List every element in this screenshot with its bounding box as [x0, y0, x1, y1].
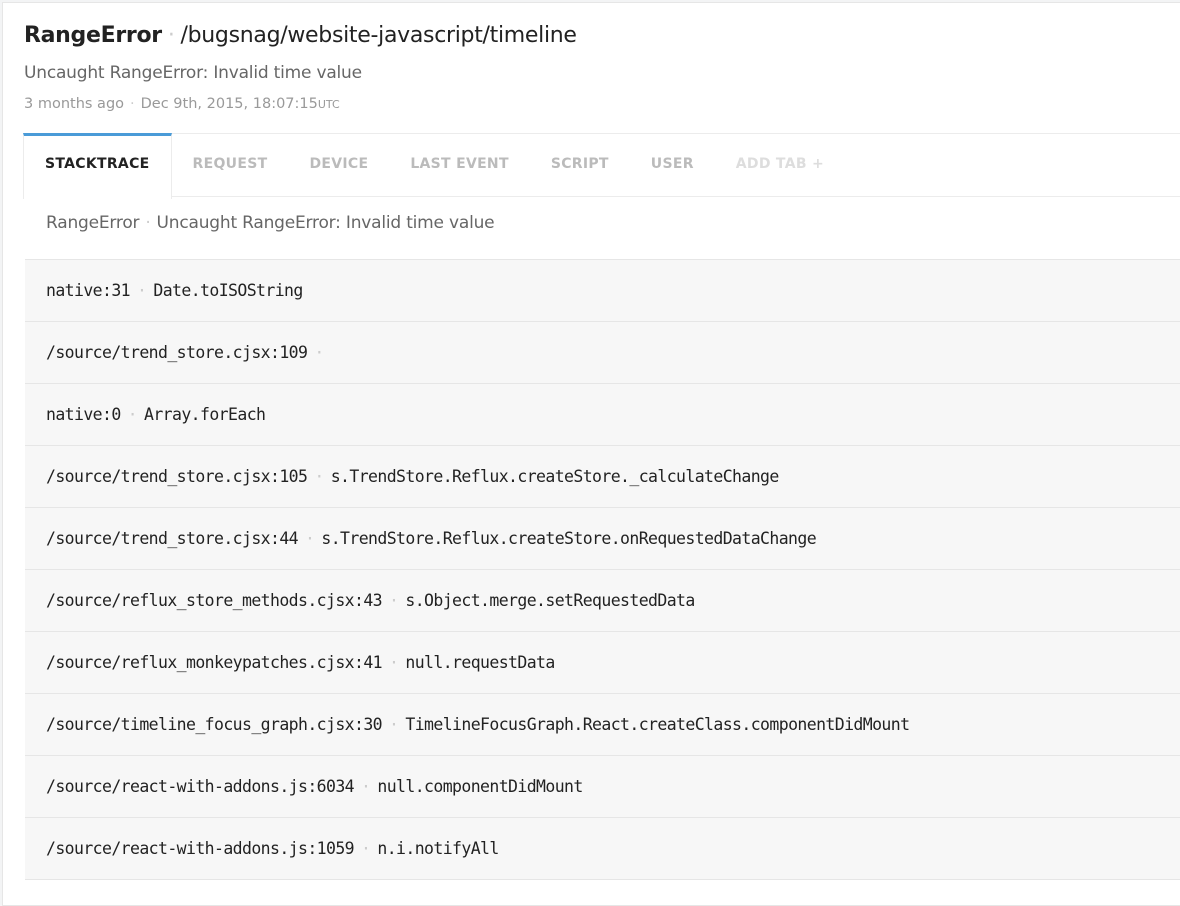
stack-frames: native:31 · Date.toISOString/source/trend_…: [25, 259, 1180, 880]
frame-file: /source/reflux_monkeypatches.cjsx:41: [46, 653, 383, 672]
frame-method: s.TrendStore.Reflux.createStore._calcula…: [330, 467, 780, 486]
timestamp: Dec 9th, 2015, 18:07:15: [140, 96, 318, 112]
frame-method: null.requestData: [405, 653, 555, 672]
frame-file: /source/reflux_store_methods.cjsx:43: [46, 591, 383, 610]
error-panel: RangeError ·/bugsnag/website-javascript/t…: [2, 2, 1180, 906]
error-message: Uncaught RangeError: Invalid time value: [24, 63, 362, 83]
frame-method: null.componentDidMount: [377, 777, 583, 796]
stack-frame-row[interactable]: /source/react-with-addons.js:6034 · null.c…: [25, 755, 1180, 817]
stack-frame-row[interactable]: /source/trend_store.cjsx:44 · s.TrendStore…: [25, 507, 1180, 569]
frame-file: /source/timeline_focus_graph.cjsx:30: [46, 715, 383, 734]
stacktrace-summary: RangeError · Uncaught RangeError: Invalid …: [46, 213, 495, 233]
stack-frame-row[interactable]: native:31 · Date.toISOString: [25, 259, 1180, 321]
frame-method: Array.forEach: [144, 405, 266, 424]
tab-device[interactable]: DEVICE: [288, 134, 389, 196]
error-meta: 3 months ago · Dec 9th, 2015, 18:07:15UTC: [24, 96, 340, 112]
tab-request[interactable]: REQUEST: [172, 134, 289, 196]
frame-method: n.i.notifyAll: [377, 839, 499, 858]
separator-dot: ·: [389, 715, 399, 734]
tab-last-event[interactable]: LAST EVENT: [389, 134, 530, 196]
tab-add-tab[interactable]: ADD TAB +: [715, 134, 845, 196]
stacktrace-error-class: RangeError: [46, 213, 140, 233]
tab-bar: STACKTRACE REQUEST DEVICE LAST EVENT SCRIPT U…: [23, 133, 1180, 199]
separator-dot: ·: [314, 343, 324, 362]
frame-method: s.TrendStore.Reflux.createStore.onReques…: [321, 529, 817, 548]
stack-frame-row[interactable]: native:0 · Array.forEach: [25, 383, 1180, 445]
separator-dot: ·: [305, 529, 315, 548]
separator-dot: ·: [314, 467, 324, 486]
separator-dot: ·: [361, 777, 371, 796]
tab-script[interactable]: SCRIPT: [530, 134, 630, 196]
stack-frame-row[interactable]: /source/reflux_store_methods.cjsx:43 · s.O…: [25, 569, 1180, 631]
frame-file: /source/trend_store.cjsx:109: [46, 343, 308, 362]
separator-dot: ·: [389, 653, 399, 672]
stacktrace-message: Uncaught RangeError: Invalid time value: [156, 213, 495, 233]
error-context: /bugsnag/website-javascript/timeline: [180, 23, 577, 48]
frame-method: Date.toISOString: [153, 281, 303, 300]
frame-file: native:31: [46, 281, 131, 300]
frame-file: /source/trend_store.cjsx:105: [46, 467, 308, 486]
relative-time: 3 months ago: [24, 96, 125, 112]
stack-frame-row[interactable]: /source/trend_store.cjsx:105 · s.TrendStor…: [25, 445, 1180, 507]
frame-file: /source/react-with-addons.js:6034: [46, 777, 355, 796]
separator-dot: ·: [167, 23, 175, 48]
page-title: RangeError ·/bugsnag/website-javascript/t…: [24, 23, 577, 48]
stack-frame-row[interactable]: /source/timeline_focus_graph.cjsx:30 · Tim…: [25, 693, 1180, 755]
frame-method: TimelineFocusGraph.React.createClass.com…: [405, 715, 910, 734]
tab-user[interactable]: USER: [630, 134, 715, 196]
separator-dot: ·: [130, 96, 135, 112]
frame-file: /source/trend_store.cjsx:44: [46, 529, 299, 548]
stack-frame-row[interactable]: /source/react-with-addons.js:1059 · n.i.no…: [25, 817, 1180, 880]
stack-frame-row[interactable]: /source/reflux_monkeypatches.cjsx:41 · nul…: [25, 631, 1180, 693]
frame-file: /source/react-with-addons.js:1059: [46, 839, 355, 858]
frame-file: native:0: [46, 405, 121, 424]
separator-dot: ·: [361, 839, 371, 858]
frame-method: s.Object.merge.setRequestedData: [405, 591, 695, 610]
timezone: UTC: [317, 98, 340, 111]
stack-frame-row[interactable]: /source/trend_store.cjsx:109 ·: [25, 321, 1180, 383]
tab-stacktrace[interactable]: STACKTRACE: [23, 133, 172, 199]
separator-dot: ·: [389, 591, 399, 610]
separator-dot: ·: [127, 405, 138, 424]
separator-dot: ·: [137, 281, 147, 300]
error-class: RangeError: [24, 23, 162, 48]
separator-dot: ·: [145, 213, 151, 233]
